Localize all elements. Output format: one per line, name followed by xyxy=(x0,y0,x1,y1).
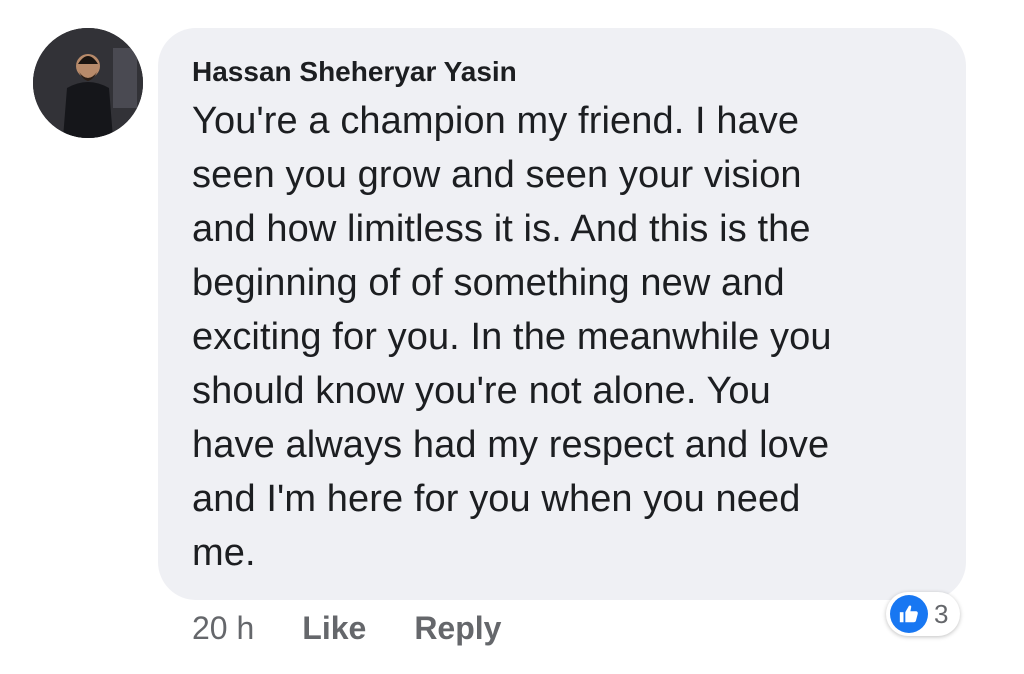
comment-line: exciting for you. In the meanwhile you xyxy=(192,316,832,358)
comment-line: should know you're not alone. You xyxy=(192,370,771,412)
reply-button[interactable]: Reply xyxy=(414,610,501,647)
avatar-photo xyxy=(33,28,143,138)
comment-text: You're a champion my friend. I have seen… xyxy=(192,94,942,580)
comment-line: You're a champion my friend. I have xyxy=(192,100,800,142)
comment-line: seen you grow and seen your vision xyxy=(192,154,802,196)
comment-line: and how limitless it is. And this is the xyxy=(192,208,811,250)
reaction-summary[interactable]: 3 xyxy=(886,592,961,636)
avatar[interactable] xyxy=(33,28,143,138)
comment-line: have always had my respect and love xyxy=(192,424,830,466)
comment-timestamp[interactable]: 20 h xyxy=(192,610,254,647)
comment-line: me. xyxy=(192,532,256,574)
comment-actions: 20 h Like Reply xyxy=(192,606,549,650)
reaction-count: 3 xyxy=(934,598,949,629)
comment-line: and I'm here for you when you need xyxy=(192,478,801,520)
like-button[interactable]: Like xyxy=(302,610,366,647)
comment-line: beginning of of something new and xyxy=(192,262,785,304)
comment-author[interactable]: Hassan Sheheryar Yasin xyxy=(192,54,942,90)
thumbs-up-icon xyxy=(890,595,928,633)
comment-bubble: Hassan Sheheryar Yasin You're a champion… xyxy=(158,28,966,600)
